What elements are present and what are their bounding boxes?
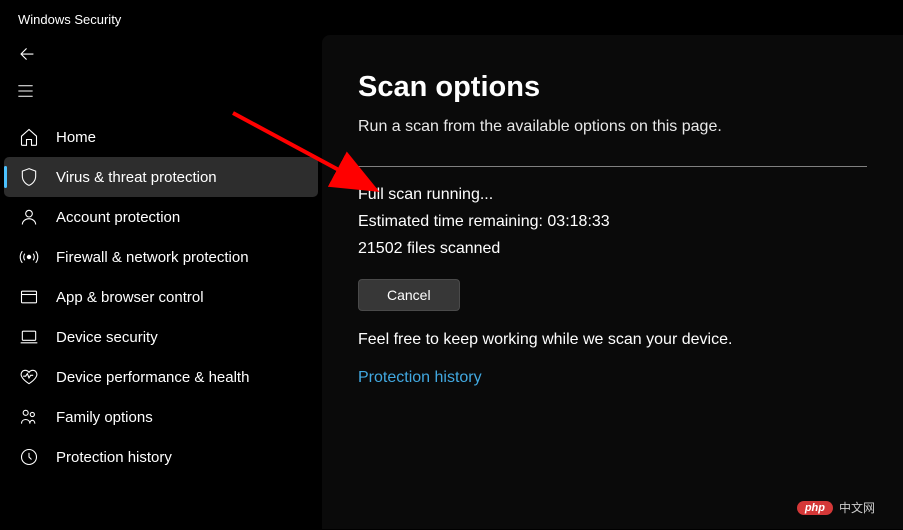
sidebar-item-firewall[interactable]: Firewall & network protection <box>0 237 322 277</box>
sidebar-item-label: Device security <box>56 329 158 346</box>
sidebar-item-device-performance[interactable]: Device performance & health <box>0 357 322 397</box>
sidebar-item-label: Virus & threat protection <box>56 169 217 186</box>
heart-icon <box>18 366 40 388</box>
watermark-text: 中文网 <box>839 499 875 516</box>
sidebar: Home Virus & threat protection Account p… <box>0 35 322 529</box>
divider <box>358 166 867 167</box>
cancel-button[interactable]: Cancel <box>358 279 460 311</box>
watermark: php 中文网 <box>797 499 875 516</box>
main-content: Scan options Run a scan from the availab… <box>322 35 903 529</box>
app-layout: Home Virus & threat protection Account p… <box>0 35 903 529</box>
history-icon <box>18 446 40 468</box>
home-icon <box>18 126 40 148</box>
sidebar-item-home[interactable]: Home <box>0 117 322 157</box>
scan-status-files: 21502 files scanned <box>358 235 867 262</box>
watermark-badge: php <box>797 501 833 515</box>
laptop-icon <box>18 326 40 348</box>
sidebar-item-virus-threat[interactable]: Virus & threat protection <box>4 157 318 197</box>
antenna-icon <box>18 246 40 268</box>
sidebar-item-family[interactable]: Family options <box>0 397 322 437</box>
page-title: Scan options <box>358 71 867 104</box>
scan-status-eta: Estimated time remaining: 03:18:33 <box>358 208 867 235</box>
app-title: Windows Security <box>0 0 903 35</box>
family-icon <box>18 406 40 428</box>
sidebar-item-account[interactable]: Account protection <box>0 197 322 237</box>
sidebar-item-label: Account protection <box>56 209 180 226</box>
scan-status-running: Full scan running... <box>358 181 867 208</box>
page-subtitle: Run a scan from the available options on… <box>358 118 867 136</box>
menu-button[interactable] <box>0 74 322 117</box>
sidebar-item-label: Home <box>56 129 96 146</box>
shield-icon <box>18 166 40 188</box>
back-arrow-icon <box>18 45 36 63</box>
person-icon <box>18 206 40 228</box>
sidebar-item-label: App & browser control <box>56 289 204 306</box>
sidebar-item-app-browser[interactable]: App & browser control <box>0 277 322 317</box>
window-icon <box>18 286 40 308</box>
sidebar-item-label: Firewall & network protection <box>56 249 249 266</box>
sidebar-item-device-security[interactable]: Device security <box>0 317 322 357</box>
back-button[interactable] <box>0 35 322 74</box>
sidebar-item-protection-history[interactable]: Protection history <box>0 437 322 477</box>
scan-info-text: Feel free to keep working while we scan … <box>358 331 867 349</box>
sidebar-item-label: Family options <box>56 409 153 426</box>
sidebar-item-label: Device performance & health <box>56 369 249 386</box>
protection-history-link[interactable]: Protection history <box>358 369 482 386</box>
nav-list: Home Virus & threat protection Account p… <box>0 117 322 477</box>
sidebar-item-label: Protection history <box>56 449 172 466</box>
hamburger-icon <box>18 84 36 98</box>
